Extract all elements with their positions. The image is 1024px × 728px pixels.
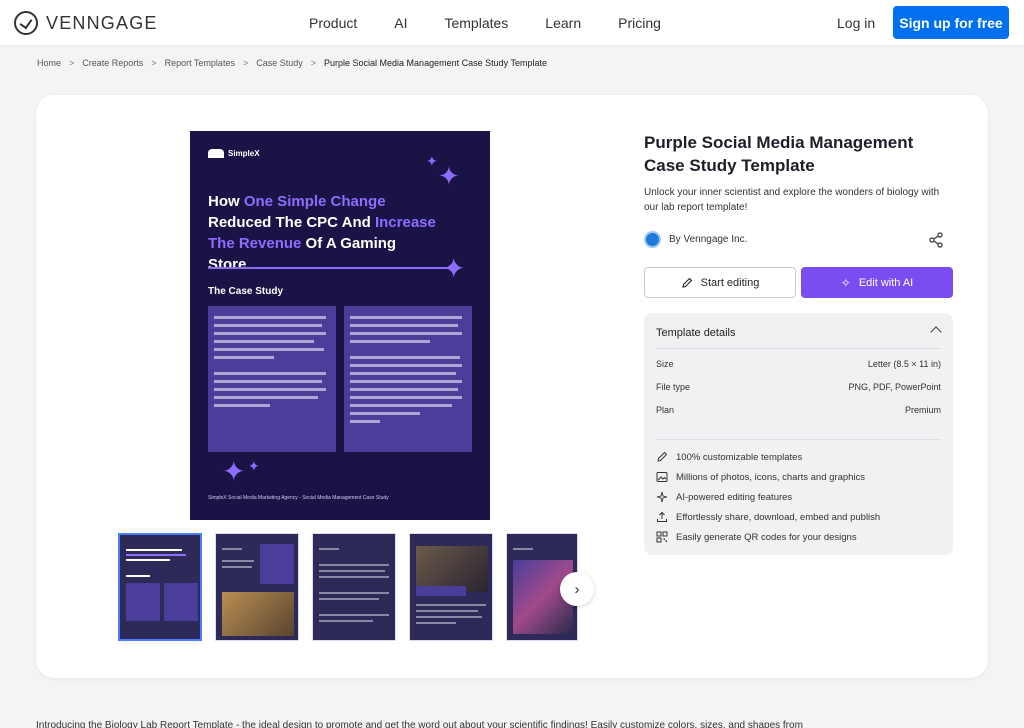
author[interactable]: By Venngage Inc. xyxy=(644,231,747,248)
preview-divider xyxy=(208,267,448,269)
detail-row-file-type: File type PNG, PDF, PowerPoint xyxy=(656,382,941,392)
preview-brand: SimpleX xyxy=(208,149,260,158)
image-icon xyxy=(656,472,668,482)
preview-text-column xyxy=(208,306,336,452)
star-icon: ✦ xyxy=(438,161,460,191)
next-thumbnails-button[interactable]: › xyxy=(560,572,594,606)
star-icon: ✦ xyxy=(248,458,260,474)
feature-item: Millions of photos, icons, charts and gr… xyxy=(656,471,865,483)
template-details-panel: Template details Size Letter (8.5 × 11 in… xyxy=(644,313,953,555)
main-menu: Product AI Templates Learn Pricing xyxy=(309,15,698,31)
edit-with-ai-button[interactable]: ✧ Edit with AI xyxy=(801,267,953,298)
feature-item: AI-powered editing features xyxy=(656,491,792,503)
share-icon[interactable] xyxy=(928,232,944,248)
logo-icon xyxy=(14,11,38,35)
menu-pricing[interactable]: Pricing xyxy=(618,15,661,31)
feature-item: 100% customizable templates xyxy=(656,451,802,463)
people-icon xyxy=(208,149,224,158)
sparkle-icon: ✧ xyxy=(840,275,851,290)
crumb-separator: > xyxy=(242,58,249,68)
detail-row-size: Size Letter (8.5 × 11 in) xyxy=(656,359,941,369)
crumb-current: Purple Social Media Management Case Stud… xyxy=(324,58,547,68)
pencil-icon xyxy=(657,451,668,462)
thumbnail-page-1[interactable] xyxy=(118,533,202,641)
menu-templates[interactable]: Templates xyxy=(444,15,508,31)
thumbnail-page-3[interactable] xyxy=(312,533,396,641)
thumbnail-page-4[interactable] xyxy=(409,533,493,641)
star-icon: ✦ xyxy=(442,253,466,284)
menu-ai[interactable]: AI xyxy=(394,15,407,31)
crumb-report-templates[interactable]: Report Templates xyxy=(165,58,235,68)
feature-item: Easily generate QR codes for your design… xyxy=(656,531,857,543)
pencil-icon xyxy=(681,277,692,288)
details-heading[interactable]: Template details xyxy=(656,327,736,339)
crumb-case-study[interactable]: Case Study xyxy=(256,58,303,68)
template-preview[interactable]: SimpleX ✦ ✦ How One Simple Change Reduce… xyxy=(190,131,490,520)
star-icon: ✦ xyxy=(222,456,246,487)
feature-item: Effortlessly share, download, embed and … xyxy=(656,511,880,523)
sparkle-icon xyxy=(656,491,668,503)
preview-section-title: The Case Study xyxy=(208,286,284,297)
menu-product[interactable]: Product xyxy=(309,15,357,31)
login-link[interactable]: Log in xyxy=(837,15,875,31)
divider xyxy=(656,348,941,349)
start-editing-button[interactable]: Start editing xyxy=(644,267,796,298)
breadcrumb: Home > Create Reports > Report Templates > … xyxy=(37,58,547,68)
thumbnail-page-2[interactable] xyxy=(215,533,299,641)
star-icon: ✦ xyxy=(426,153,438,169)
author-name: By Venngage Inc. xyxy=(669,234,748,245)
author-avatar xyxy=(644,231,661,248)
preview-footer: SimpleX Social Media Marketing Agency - … xyxy=(208,495,389,501)
crumb-create-reports[interactable]: Create Reports xyxy=(82,58,143,68)
crumb-separator: > xyxy=(151,58,157,68)
divider xyxy=(656,439,941,440)
template-title: Purple Social Media Management Case Stud… xyxy=(644,133,914,175)
signup-button[interactable]: Sign up for free xyxy=(893,6,1009,39)
brand-logo[interactable]: VENNGAGE xyxy=(14,11,158,35)
crumb-separator: > xyxy=(69,58,75,68)
preview-title: How One Simple Change Reduced The CPC An… xyxy=(208,193,436,273)
chevron-right-icon: › xyxy=(574,580,580,598)
upload-icon xyxy=(657,511,667,522)
template-description: Unlock your inner scientist and explore … xyxy=(644,187,940,213)
qr-code-icon xyxy=(656,531,668,543)
chevron-up-icon[interactable] xyxy=(930,326,942,338)
preview-text-column xyxy=(344,306,472,452)
crumb-separator: > xyxy=(310,58,317,68)
template-card: SimpleX ✦ ✦ How One Simple Change Reduce… xyxy=(36,95,988,678)
top-nav: VENNGAGE Product AI Templates Learn Pric… xyxy=(0,0,1024,46)
template-intro-text: Introducing the Biology Lab Report Templ… xyxy=(36,720,803,728)
detail-row-plan: Plan Premium xyxy=(656,405,941,415)
brand-name: VENNGAGE xyxy=(46,12,158,33)
menu-learn[interactable]: Learn xyxy=(545,15,581,31)
crumb-home[interactable]: Home xyxy=(37,58,61,68)
